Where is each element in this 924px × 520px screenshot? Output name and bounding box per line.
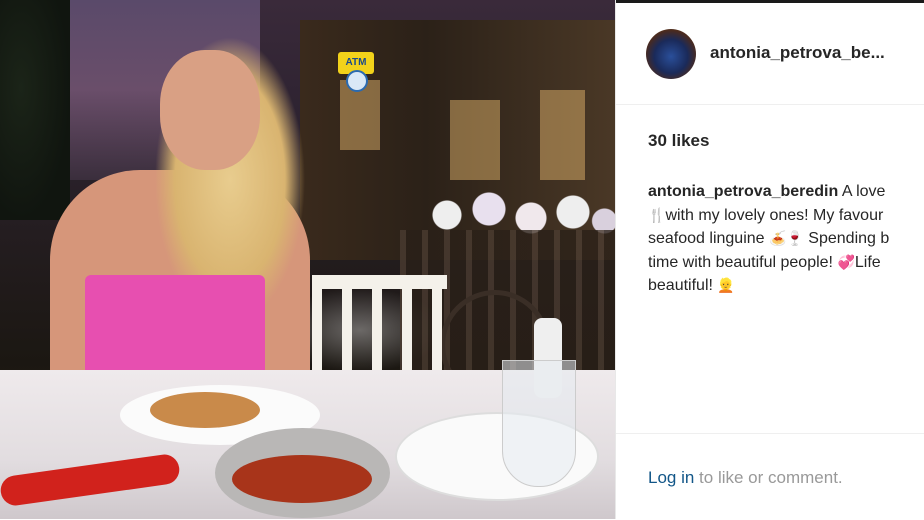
- fork-knife-icon: 🍴: [648, 206, 666, 223]
- post-username[interactable]: antonia_petrova_be...: [710, 43, 885, 63]
- caption-text-4b: Life: [854, 253, 881, 271]
- login-link[interactable]: Log in: [648, 468, 694, 487]
- post-header: antonia_petrova_be...: [616, 0, 924, 105]
- post-photo[interactable]: ATM: [0, 0, 615, 519]
- login-prompt: Log in to like or comment.: [648, 468, 843, 488]
- linguine: [150, 392, 260, 428]
- caption-line-2: 🍴with my lovely ones! My favour: [648, 204, 924, 228]
- caption-text-2: with my lovely ones! My favour: [665, 206, 884, 224]
- post-footer: Log in to like or comment.: [616, 433, 924, 520]
- seafood-soup: [232, 455, 372, 503]
- blond-person-icon: 👱: [717, 277, 735, 293]
- pink-dress: [85, 275, 265, 385]
- avatar[interactable]: [646, 29, 696, 79]
- window: [540, 90, 585, 180]
- woman-face: [160, 50, 260, 170]
- caption-line-4: time with beautiful people! 💞Life: [648, 251, 924, 275]
- likes-count[interactable]: 30 likes: [648, 131, 709, 151]
- tree: [0, 0, 70, 220]
- window: [450, 100, 500, 180]
- caption-line-1: antonia_petrova_beredin A love: [648, 181, 924, 204]
- atm-logo-icon: [346, 70, 368, 92]
- wine-glass: [502, 360, 576, 487]
- caption-text-3: seafood linguine: [648, 230, 769, 247]
- post-caption: antonia_petrova_beredin A love 🍴with my …: [648, 181, 924, 298]
- wine-glass-icon: 🍷: [786, 230, 804, 246]
- caption-text-4: time with beautiful people!: [648, 253, 838, 271]
- caption-username[interactable]: antonia_petrova_beredin: [648, 183, 838, 200]
- caption-text-1: A love: [838, 183, 886, 200]
- caption-text-5: beautiful!: [648, 277, 718, 294]
- post-side-panel: antonia_petrova_be... 30 likes antonia_p…: [615, 0, 924, 519]
- caption-text-3b: Spending b: [803, 230, 890, 247]
- hearts-icon: 💞: [837, 253, 855, 270]
- spaghetti-icon: 🍝: [768, 230, 787, 246]
- caption-line-5: beautiful! 👱: [648, 274, 924, 298]
- login-prompt-text: to like or comment.: [694, 468, 843, 487]
- caption-line-3: seafood linguine 🍝🍷 Spending b: [648, 227, 924, 251]
